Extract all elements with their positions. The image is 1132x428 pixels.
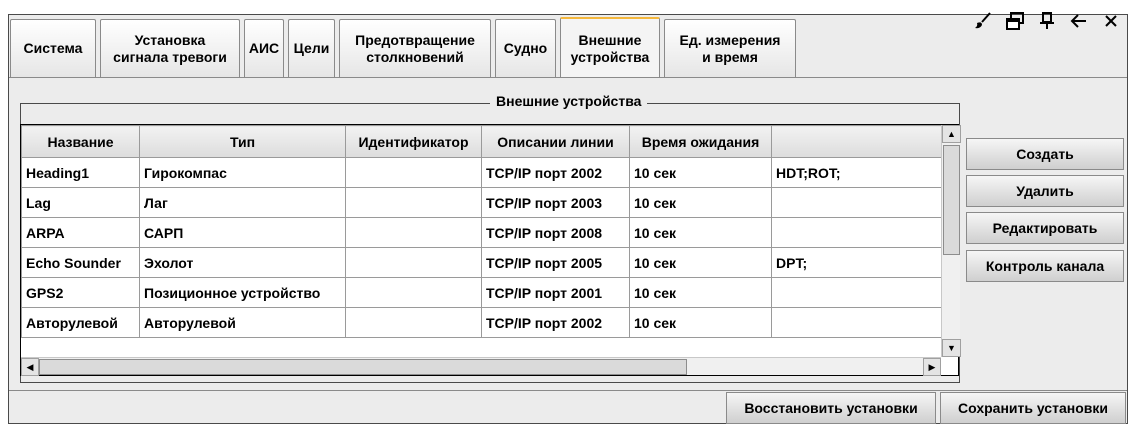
cell-line: TCP/IP порт 2005	[481, 247, 630, 278]
back-arrow-icon[interactable]	[1070, 10, 1088, 32]
cell-identifier	[345, 187, 482, 218]
cell-type: САРП	[139, 217, 346, 248]
table-row[interactable]: Heading1 Гирокомпас TCP/IP порт 2002 10 …	[21, 157, 958, 188]
cell-filter	[771, 187, 958, 218]
cell-timeout: 10 сек	[629, 217, 772, 248]
tab-ais[interactable]: АИС	[244, 19, 284, 77]
restore-settings-button[interactable]: Восстановить установки	[726, 392, 936, 424]
tab-alarm-setup[interactable]: Установка сигнала тревоги	[100, 19, 240, 77]
cell-filter	[771, 307, 958, 338]
table-row[interactable]: GPS2 Позиционное устройство TCP/IP порт …	[21, 277, 958, 308]
create-button[interactable]: Создать	[966, 138, 1124, 170]
column-header-type[interactable]: Тип	[139, 125, 346, 158]
table-row[interactable]: Авторулевой Авторулевой TCP/IP порт 2002…	[21, 307, 958, 338]
devices-table: Название Тип Идентификатор Описании лини…	[20, 124, 959, 376]
cell-line: TCP/IP порт 2002	[481, 157, 630, 188]
window-controls	[974, 10, 1120, 32]
scroll-right-icon[interactable]: ▶	[923, 358, 941, 376]
tab-vessel[interactable]: Судно	[495, 19, 556, 77]
cell-filter	[771, 217, 958, 248]
cell-name: Lag	[21, 187, 140, 218]
restore-icon[interactable]	[1006, 10, 1024, 32]
close-icon[interactable]	[1102, 10, 1120, 32]
vertical-scroll-thumb[interactable]	[943, 145, 960, 255]
cell-filter: HDT;ROT;	[771, 157, 958, 188]
cell-name: GPS2	[21, 277, 140, 308]
cell-timeout: 10 сек	[629, 277, 772, 308]
table-row[interactable]: ARPA САРП TCP/IP порт 2008 10 сек	[21, 217, 958, 248]
column-header-line-description[interactable]: Описании линии	[481, 125, 630, 158]
cell-timeout: 10 сек	[629, 187, 772, 218]
cell-timeout: 10 сек	[629, 157, 772, 188]
cell-line: TCP/IP порт 2001	[481, 277, 630, 308]
delete-button[interactable]: Удалить	[966, 175, 1124, 207]
cell-line: TCP/IP порт 2008	[481, 217, 630, 248]
cell-identifier	[345, 217, 482, 248]
edit-button[interactable]: Редактировать	[966, 212, 1124, 244]
cell-name: Echo Sounder	[21, 247, 140, 278]
group-title: Внешние устройства	[490, 93, 648, 109]
tab-system[interactable]: Система	[10, 19, 96, 77]
cell-timeout: 10 сек	[629, 247, 772, 278]
brush-icon[interactable]	[974, 10, 992, 32]
scroll-up-icon[interactable]: ▲	[942, 125, 961, 143]
cell-name: Авторулевой	[21, 307, 140, 338]
cell-type: Гирокомпас	[139, 157, 346, 188]
column-header-timeout[interactable]: Время ожидания	[629, 125, 772, 158]
tab-collision-avoidance[interactable]: Предотвращение столкновений	[339, 19, 491, 77]
cell-type: Авторулевой	[139, 307, 346, 338]
scroll-down-icon[interactable]: ▼	[942, 339, 961, 357]
cell-identifier	[345, 247, 482, 278]
horizontal-scroll-thumb[interactable]	[39, 359, 687, 375]
column-header-name[interactable]: Название	[21, 125, 140, 158]
cell-name: Heading1	[21, 157, 140, 188]
bottom-divider	[9, 390, 1127, 391]
cell-line: TCP/IP порт 2002	[481, 307, 630, 338]
vertical-scrollbar[interactable]: ▲ ▼	[941, 125, 961, 357]
tab-strip: Система Установка сигнала тревоги АИС Це…	[10, 17, 800, 79]
external-devices-dialog: Система Установка сигнала тревоги АИС Це…	[0, 0, 1132, 428]
scroll-left-icon[interactable]: ◀	[21, 358, 39, 376]
cell-identifier	[345, 307, 482, 338]
cell-filter: DPT;	[771, 247, 958, 278]
tab-targets[interactable]: Цели	[288, 19, 335, 77]
cell-type: Позиционное устройство	[139, 277, 346, 308]
cell-line: TCP/IP порт 2003	[481, 187, 630, 218]
channel-control-button[interactable]: Контроль канала	[966, 250, 1124, 282]
column-header-identifier[interactable]: Идентификатор	[345, 125, 482, 158]
cell-type: Эхолот	[139, 247, 346, 278]
cell-timeout: 10 сек	[629, 307, 772, 338]
cell-identifier	[345, 157, 482, 188]
cell-name: ARPA	[21, 217, 140, 248]
table-header-row: Название Тип Идентификатор Описании лини…	[21, 125, 958, 158]
tab-external-devices[interactable]: Внешние устройства	[560, 17, 660, 79]
horizontal-scrollbar[interactable]: ◀ ▶	[21, 357, 941, 376]
tab-units-and-time[interactable]: Ед. измерения и время	[664, 19, 796, 77]
cell-filter	[771, 277, 958, 308]
table-row[interactable]: Echo Sounder Эхолот TCP/IP порт 2005 10 …	[21, 247, 958, 278]
table-row[interactable]: Lag Лаг TCP/IP порт 2003 10 сек	[21, 187, 958, 218]
save-settings-button[interactable]: Сохранить установки	[940, 392, 1126, 424]
cell-type: Лаг	[139, 187, 346, 218]
column-header-filter[interactable]: Фильтр мн	[771, 125, 958, 158]
cell-identifier	[345, 277, 482, 308]
pin-icon[interactable]	[1038, 10, 1056, 32]
